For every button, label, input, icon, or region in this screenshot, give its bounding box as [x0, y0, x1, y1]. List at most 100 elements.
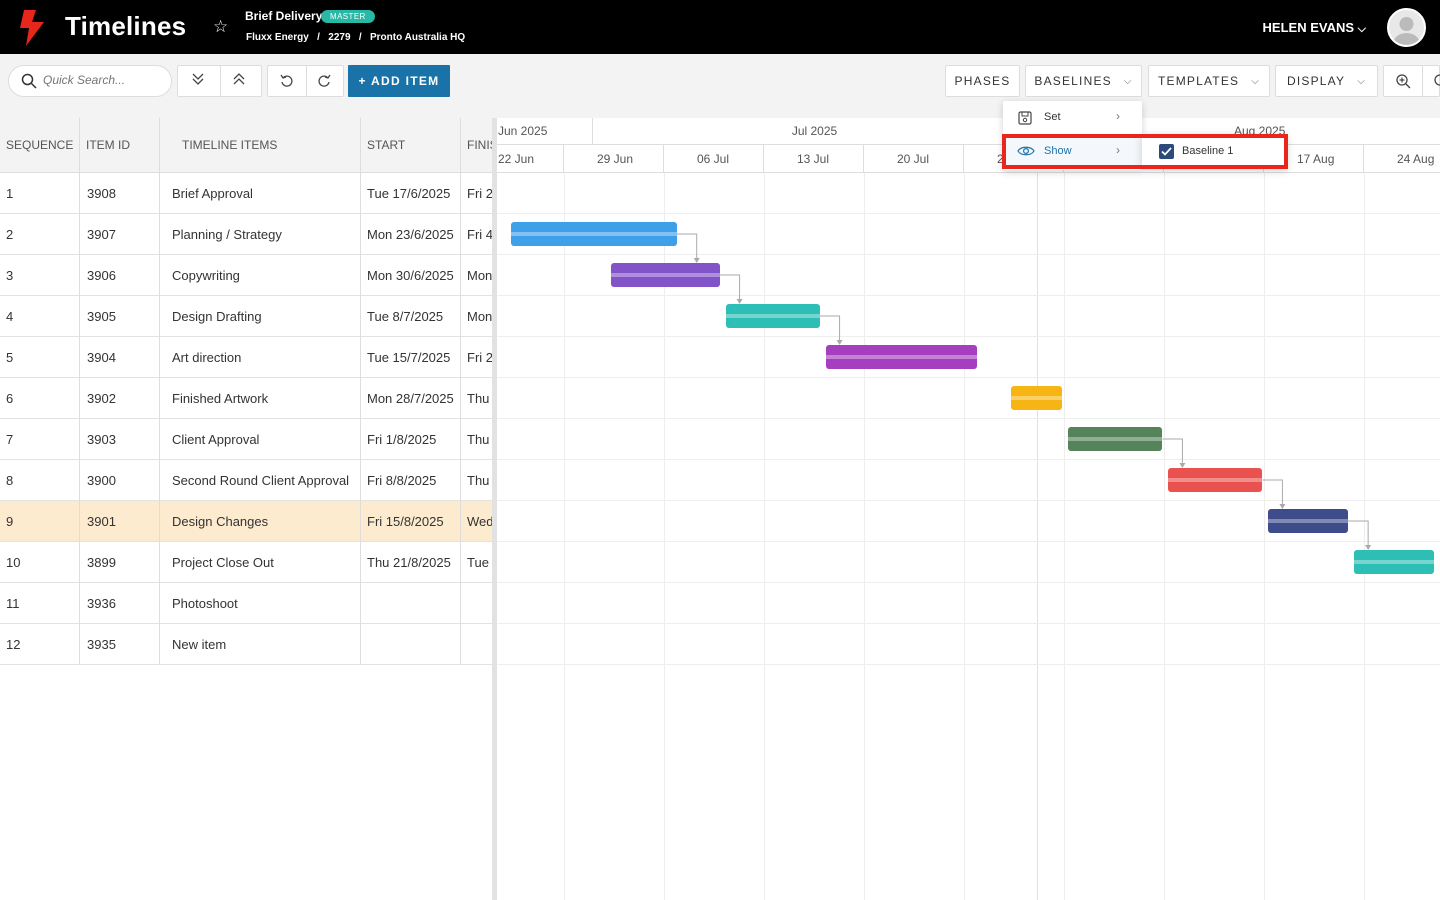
expand-all-icon[interactable]: [192, 72, 204, 89]
item-name-cell[interactable]: Photoshoot: [172, 583, 358, 624]
search-input[interactable]: [43, 73, 163, 87]
finish-date-cell[interactable]: Thu 7/8/2025: [467, 419, 493, 460]
breadcrumb-client[interactable]: Fluxx Energy: [246, 32, 309, 43]
item-id-cell[interactable]: 3904: [87, 337, 157, 378]
finish-date-cell[interactable]: Wed 20/8/2025: [467, 501, 493, 542]
item-id-cell[interactable]: 3908: [87, 173, 157, 214]
finish-date-cell[interactable]: Fri 25/7/2025: [467, 337, 493, 378]
redo-icon[interactable]: [317, 74, 331, 91]
start-date-cell[interactable]: Mon 23/6/2025: [367, 214, 460, 255]
zoom-in-icon[interactable]: [1396, 74, 1411, 92]
item-name-cell[interactable]: Planning / Strategy: [172, 214, 358, 255]
finish-date-cell[interactable]: Mon 14/7/2025: [467, 296, 493, 337]
table-row[interactable]: 6 3902 Finished ArtworkMon 28/7/2025 Thu 31…: [0, 378, 493, 419]
item-id-cell[interactable]: 3900: [87, 460, 157, 501]
item-name-cell[interactable]: Design Changes: [172, 501, 358, 542]
gantt-task-bar[interactable]: [1268, 509, 1349, 533]
gantt-task-bar[interactable]: [1011, 386, 1063, 410]
column-header-item-id[interactable]: ITEM ID: [86, 118, 156, 173]
item-id-cell[interactable]: 3902: [87, 378, 157, 419]
user-menu[interactable]: HELEN EVANS ⌵: [1263, 20, 1366, 36]
item-id-cell[interactable]: 3903: [87, 419, 157, 460]
sequence-cell[interactable]: 3: [6, 255, 76, 296]
gantt-task-bar[interactable]: [1068, 427, 1163, 451]
baselines-button[interactable]: BASELINES ⌵: [1025, 65, 1142, 97]
table-row[interactable]: 4 3905 Design DraftingTue 8/7/2025 Mon 14/7…: [0, 296, 493, 337]
sequence-cell[interactable]: 11: [6, 583, 76, 624]
item-id-cell[interactable]: 3935: [87, 624, 157, 665]
phases-button[interactable]: PHASES: [945, 65, 1020, 97]
finish-date-cell[interactable]: [467, 624, 493, 665]
sequence-cell[interactable]: 12: [6, 624, 76, 665]
start-date-cell[interactable]: Fri 8/8/2025: [367, 460, 460, 501]
breadcrumb-location[interactable]: Pronto Australia HQ: [370, 32, 465, 43]
item-name-cell[interactable]: Design Drafting: [172, 296, 358, 337]
finish-date-cell[interactable]: Tue 26/8/2025: [467, 542, 493, 583]
sequence-cell[interactable]: 2: [6, 214, 76, 255]
gantt-task-bar[interactable]: [611, 263, 720, 287]
add-item-button[interactable]: + ADD ITEM: [348, 65, 450, 97]
item-name-cell[interactable]: Brief Approval: [172, 173, 358, 214]
table-row[interactable]: 11 3936 Photoshoot: [0, 583, 493, 624]
table-row[interactable]: 9 3901 Design ChangesFri 15/8/2025 Wed 20/8…: [0, 501, 493, 542]
finish-date-cell[interactable]: [467, 583, 493, 624]
breadcrumb-job[interactable]: 2279: [328, 32, 350, 43]
table-row[interactable]: 10 3899 Project Close Out Thu 21/8/2025 Tue …: [0, 542, 493, 583]
finish-date-cell[interactable]: Mon 7/7/2025: [467, 255, 493, 296]
table-row[interactable]: 1 3908 Brief ApprovalTue 17/6/2025 Fri 20/6…: [0, 173, 493, 214]
sequence-cell[interactable]: 5: [6, 337, 76, 378]
table-row[interactable]: 7 3903 Client ApprovalFri 1/8/2025 Thu 7/8/…: [0, 419, 493, 460]
start-date-cell[interactable]: Mon 28/7/2025: [367, 378, 460, 419]
start-date-cell[interactable]: [367, 583, 460, 624]
collapse-all-icon[interactable]: [233, 72, 245, 89]
item-id-cell[interactable]: 3936: [87, 583, 157, 624]
start-date-cell[interactable]: Fri 1/8/2025: [367, 419, 460, 460]
gantt-task-bar[interactable]: [825, 345, 977, 369]
avatar[interactable]: [1387, 8, 1426, 47]
table-row[interactable]: 12 3935 New item: [0, 624, 493, 665]
zoom-out-icon[interactable]: [1434, 74, 1440, 92]
baseline-option-label[interactable]: Baseline 1: [1182, 145, 1233, 157]
table-row[interactable]: 5 3904 Art directionTue 15/7/2025 Fri 25/7/…: [0, 337, 493, 378]
gantt-task-bar[interactable]: [511, 222, 678, 246]
item-id-cell[interactable]: 3899: [87, 542, 157, 583]
sequence-cell[interactable]: 10: [6, 542, 76, 583]
finish-date-cell[interactable]: Thu 14/8/2025: [467, 460, 493, 501]
item-name-cell[interactable]: Finished Artwork: [172, 378, 358, 419]
sequence-cell[interactable]: 7: [6, 419, 76, 460]
baseline-checkbox[interactable]: [1159, 144, 1174, 159]
sequence-cell[interactable]: 1: [6, 173, 76, 214]
sequence-cell[interactable]: 6: [6, 378, 76, 419]
gantt-task-bar[interactable]: [1354, 550, 1434, 574]
start-date-cell[interactable]: Tue 17/6/2025: [367, 173, 460, 214]
start-date-cell[interactable]: Tue 8/7/2025: [367, 296, 460, 337]
item-id-cell[interactable]: 3907: [87, 214, 157, 255]
start-date-cell[interactable]: [367, 624, 460, 665]
finish-date-cell[interactable]: Fri 4/7/2025: [467, 214, 493, 255]
quick-search[interactable]: [8, 65, 172, 97]
item-id-cell[interactable]: 3901: [87, 501, 157, 542]
sequence-cell[interactable]: 9: [6, 501, 76, 542]
table-row[interactable]: 3 3906 CopywritingMon 30/6/2025 Mon 7/7/202…: [0, 255, 493, 296]
table-row[interactable]: 2 3907 Planning / Strategy Mon 23/6/2025 Fri…: [0, 214, 493, 255]
undo-icon[interactable]: [280, 74, 294, 91]
item-name-cell[interactable]: Project Close Out: [172, 542, 358, 583]
finish-date-cell[interactable]: Thu 31/7/2025: [467, 378, 493, 419]
column-header-timeline-items[interactable]: TIMELINE ITEMS: [182, 118, 352, 173]
favorite-star-icon[interactable]: ☆: [213, 17, 228, 37]
menu-item-set[interactable]: Set ›: [1003, 101, 1142, 134]
menu-item-show[interactable]: Show ›: [1003, 135, 1142, 168]
sequence-cell[interactable]: 8: [6, 460, 76, 501]
start-date-cell[interactable]: Tue 15/7/2025: [367, 337, 460, 378]
item-name-cell[interactable]: Client Approval: [172, 419, 358, 460]
gantt-task-bar[interactable]: [725, 304, 820, 328]
column-header-sequence[interactable]: SEQUENCE: [6, 118, 78, 173]
start-date-cell[interactable]: Mon 30/6/2025: [367, 255, 460, 296]
column-header-start[interactable]: START: [367, 118, 457, 173]
column-header-finish[interactable]: FINISH: [467, 118, 493, 173]
start-date-cell[interactable]: Thu 21/8/2025: [367, 542, 460, 583]
item-name-cell[interactable]: Art direction: [172, 337, 358, 378]
start-date-cell[interactable]: Fri 15/8/2025: [367, 501, 460, 542]
finish-date-cell[interactable]: Fri 20/6/2025: [467, 173, 493, 214]
item-id-cell[interactable]: 3905: [87, 296, 157, 337]
